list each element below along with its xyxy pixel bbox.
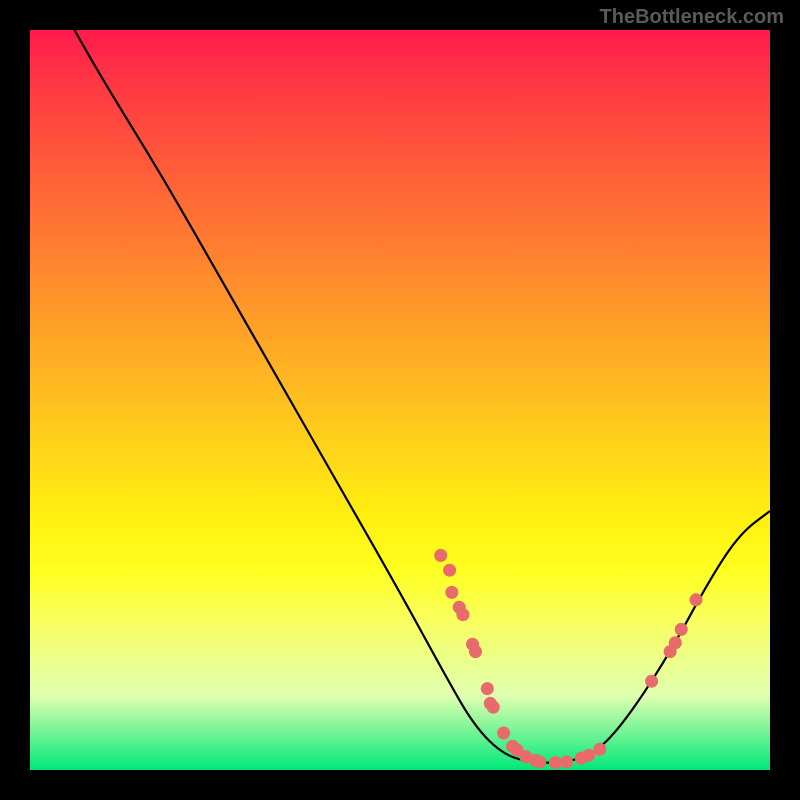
chart-marker — [669, 636, 682, 649]
chart-plot-area — [30, 30, 770, 770]
chart-marker — [497, 727, 510, 740]
watermark-text: TheBottleneck.com — [600, 6, 784, 29]
chart-marker — [675, 623, 688, 636]
chart-marker — [645, 675, 658, 688]
chart-marker — [582, 749, 595, 762]
chart-marker — [469, 645, 482, 658]
chart-marker — [560, 755, 573, 768]
chart-marker — [481, 682, 494, 695]
chart-marker — [487, 701, 500, 714]
chart-marker — [690, 593, 703, 606]
chart-marker — [456, 608, 469, 621]
chart-marker — [445, 586, 458, 599]
chart-marker — [434, 549, 447, 562]
chart-markers — [434, 549, 702, 769]
chart-marker — [549, 756, 562, 769]
chart-svg — [30, 30, 770, 770]
chart-marker — [593, 743, 606, 756]
chart-marker — [533, 755, 546, 768]
chart-marker — [443, 564, 456, 577]
